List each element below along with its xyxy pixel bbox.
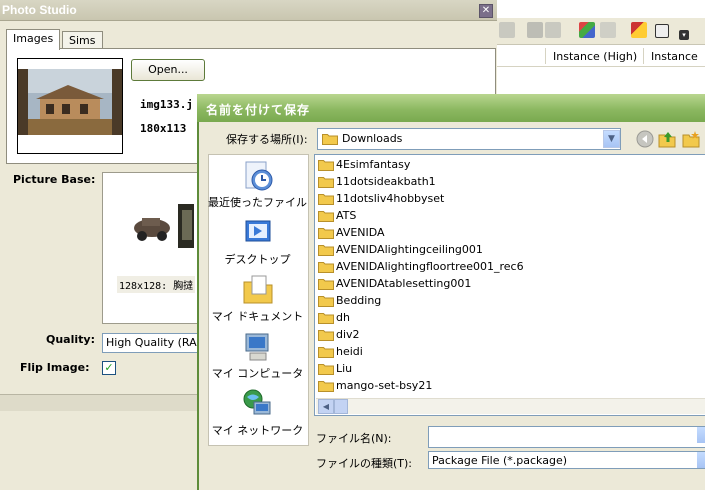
- place-recent[interactable]: 最近使ったファイル: [208, 160, 307, 210]
- window-title: Photo Studio: [2, 3, 77, 17]
- folder-icon: [322, 134, 338, 145]
- tab-images[interactable]: Images: [6, 29, 61, 50]
- toolbar-overflow-icon[interactable]: ▾: [679, 30, 689, 40]
- place-label: マイ コンピュータ: [211, 367, 304, 380]
- my-documents-icon: [243, 275, 272, 304]
- chevron-down-icon[interactable]: ▼: [603, 130, 620, 148]
- list-item[interactable]: heidi: [318, 344, 363, 360]
- new-folder-icon[interactable]: [682, 130, 700, 148]
- folder-icon: [318, 347, 334, 358]
- chevron-down-icon[interactable]: [697, 452, 705, 468]
- column-header-instance-high[interactable]: Instance (High): [553, 50, 637, 63]
- column-header-instance[interactable]: Instance: [651, 50, 698, 63]
- chevron-down-icon[interactable]: [697, 427, 705, 443]
- folder-icon: [318, 381, 334, 392]
- my-network-icon: [243, 389, 270, 415]
- file-name: heidi: [336, 345, 363, 358]
- file-name: AVENIDAtablesetting001: [336, 277, 472, 290]
- folder-icon: [318, 364, 334, 375]
- file-type-label: ファイルの種類(T):: [316, 457, 413, 470]
- list-item[interactable]: mango-set-bsy21: [318, 378, 432, 394]
- image-thumbnail: [17, 58, 123, 154]
- file-name: 11dotsliv4hobbyset: [336, 192, 445, 205]
- folder-icon: [318, 160, 334, 171]
- file-name-label: ファイル名(N):: [316, 432, 392, 445]
- file-name: 4Esimfantasy: [336, 158, 411, 171]
- scrollbar-thumb[interactable]: [334, 399, 348, 414]
- list-item[interactable]: AVENIDA: [318, 225, 385, 241]
- folder-icon: [318, 330, 334, 341]
- quality-label: Quality:: [46, 333, 95, 346]
- list-item[interactable]: 4Esimfantasy: [318, 157, 410, 173]
- file-name: AVENIDAlightingceiling001: [336, 243, 483, 256]
- scroll-left-icon[interactable]: ◀: [318, 399, 334, 414]
- list-item[interactable]: dh: [318, 310, 350, 326]
- folder-icon: [318, 211, 334, 222]
- list-item[interactable]: 11dotsliv4hobbyset: [318, 191, 444, 207]
- open-button[interactable]: Open...: [131, 59, 205, 81]
- save-dialog-title: 名前を付けて保存: [206, 103, 311, 117]
- file-name: Liu: [336, 362, 353, 375]
- place-my-network[interactable]: マイ ネットワーク: [208, 388, 307, 438]
- my-computer-icon: [245, 333, 268, 361]
- list-item[interactable]: Liu: [318, 361, 352, 377]
- flip-image-label: Flip Image:: [20, 361, 90, 374]
- place-label: マイ ドキュメント: [211, 310, 304, 323]
- list-item[interactable]: AVENIDAlightingceiling001: [318, 242, 483, 258]
- recent-files-icon: [245, 161, 272, 191]
- image-name: img133.j: [140, 98, 193, 111]
- folder-icon: [318, 228, 334, 239]
- toolbar-icon[interactable]: [527, 22, 543, 38]
- back-icon[interactable]: [636, 130, 654, 148]
- file-name-input[interactable]: [428, 426, 705, 448]
- column-header-row: Instance (High) Instance: [497, 46, 705, 67]
- list-item[interactable]: 11dotsideakbath1: [318, 174, 436, 190]
- up-folder-icon[interactable]: [658, 130, 676, 148]
- file-type-select[interactable]: Package File (*.package): [428, 451, 705, 469]
- save-in-value: Downloads: [342, 132, 403, 145]
- list-item[interactable]: div2: [318, 327, 360, 343]
- file-name: AVENIDA: [336, 226, 385, 239]
- file-name: div2: [336, 328, 360, 341]
- window-icon[interactable]: [655, 24, 669, 38]
- place-label: 最近使ったファイル: [208, 196, 307, 209]
- folder-icon: [318, 313, 334, 324]
- close-icon[interactable]: ✕: [479, 4, 493, 18]
- folder-icon: [318, 262, 334, 273]
- flip-image-checkbox[interactable]: ✓: [102, 361, 116, 375]
- folder-icon: [318, 296, 334, 307]
- file-name: ATS: [336, 209, 357, 222]
- place-my-computer[interactable]: マイ コンピュータ: [208, 331, 307, 381]
- picture-base-label: Picture Base:: [13, 173, 96, 186]
- list-item[interactable]: AVENIDAtablesetting001: [318, 276, 471, 292]
- place-label: デスクトップ: [224, 253, 291, 266]
- list-item[interactable]: ATS: [318, 208, 356, 224]
- file-name: AVENIDAlightingfloortree001_rec6: [336, 260, 524, 273]
- toolbar-icon[interactable]: [545, 22, 561, 38]
- list-item[interactable]: AVENIDAlightingfloortree001_rec6: [318, 259, 524, 275]
- folder-icon: [318, 279, 334, 290]
- file-name: Bedding: [336, 294, 382, 307]
- place-desktop[interactable]: デスクトップ: [208, 217, 307, 267]
- picture-base-image: [130, 200, 194, 248]
- place-my-documents[interactable]: マイ ドキュメント: [208, 274, 307, 324]
- file-name: dh: [336, 311, 350, 324]
- place-label: マイ ネットワーク: [211, 424, 304, 437]
- file-name: mango-set-bsy21: [336, 379, 433, 392]
- pencil-icon[interactable]: [631, 22, 647, 38]
- toolbar-icon[interactable]: [600, 22, 616, 38]
- list-item[interactable]: Bedding: [318, 293, 381, 309]
- picture-base-caption: 128x128: 胸撻: [117, 276, 196, 293]
- file-name: 11dotsideakbath1: [336, 175, 436, 188]
- image-dimensions: 180x113: [140, 122, 187, 135]
- folder-icon: [318, 177, 334, 188]
- desktop-icon: [245, 220, 270, 242]
- toolbar-icon[interactable]: [499, 22, 515, 38]
- background-toolbar: ▾: [497, 18, 705, 45]
- folder-icon: [318, 194, 334, 205]
- horizontal-scrollbar[interactable]: [316, 398, 705, 414]
- folder-icon: [318, 245, 334, 256]
- save-in-label: 保存する場所(I):: [226, 133, 308, 146]
- users-icon[interactable]: [579, 22, 595, 38]
